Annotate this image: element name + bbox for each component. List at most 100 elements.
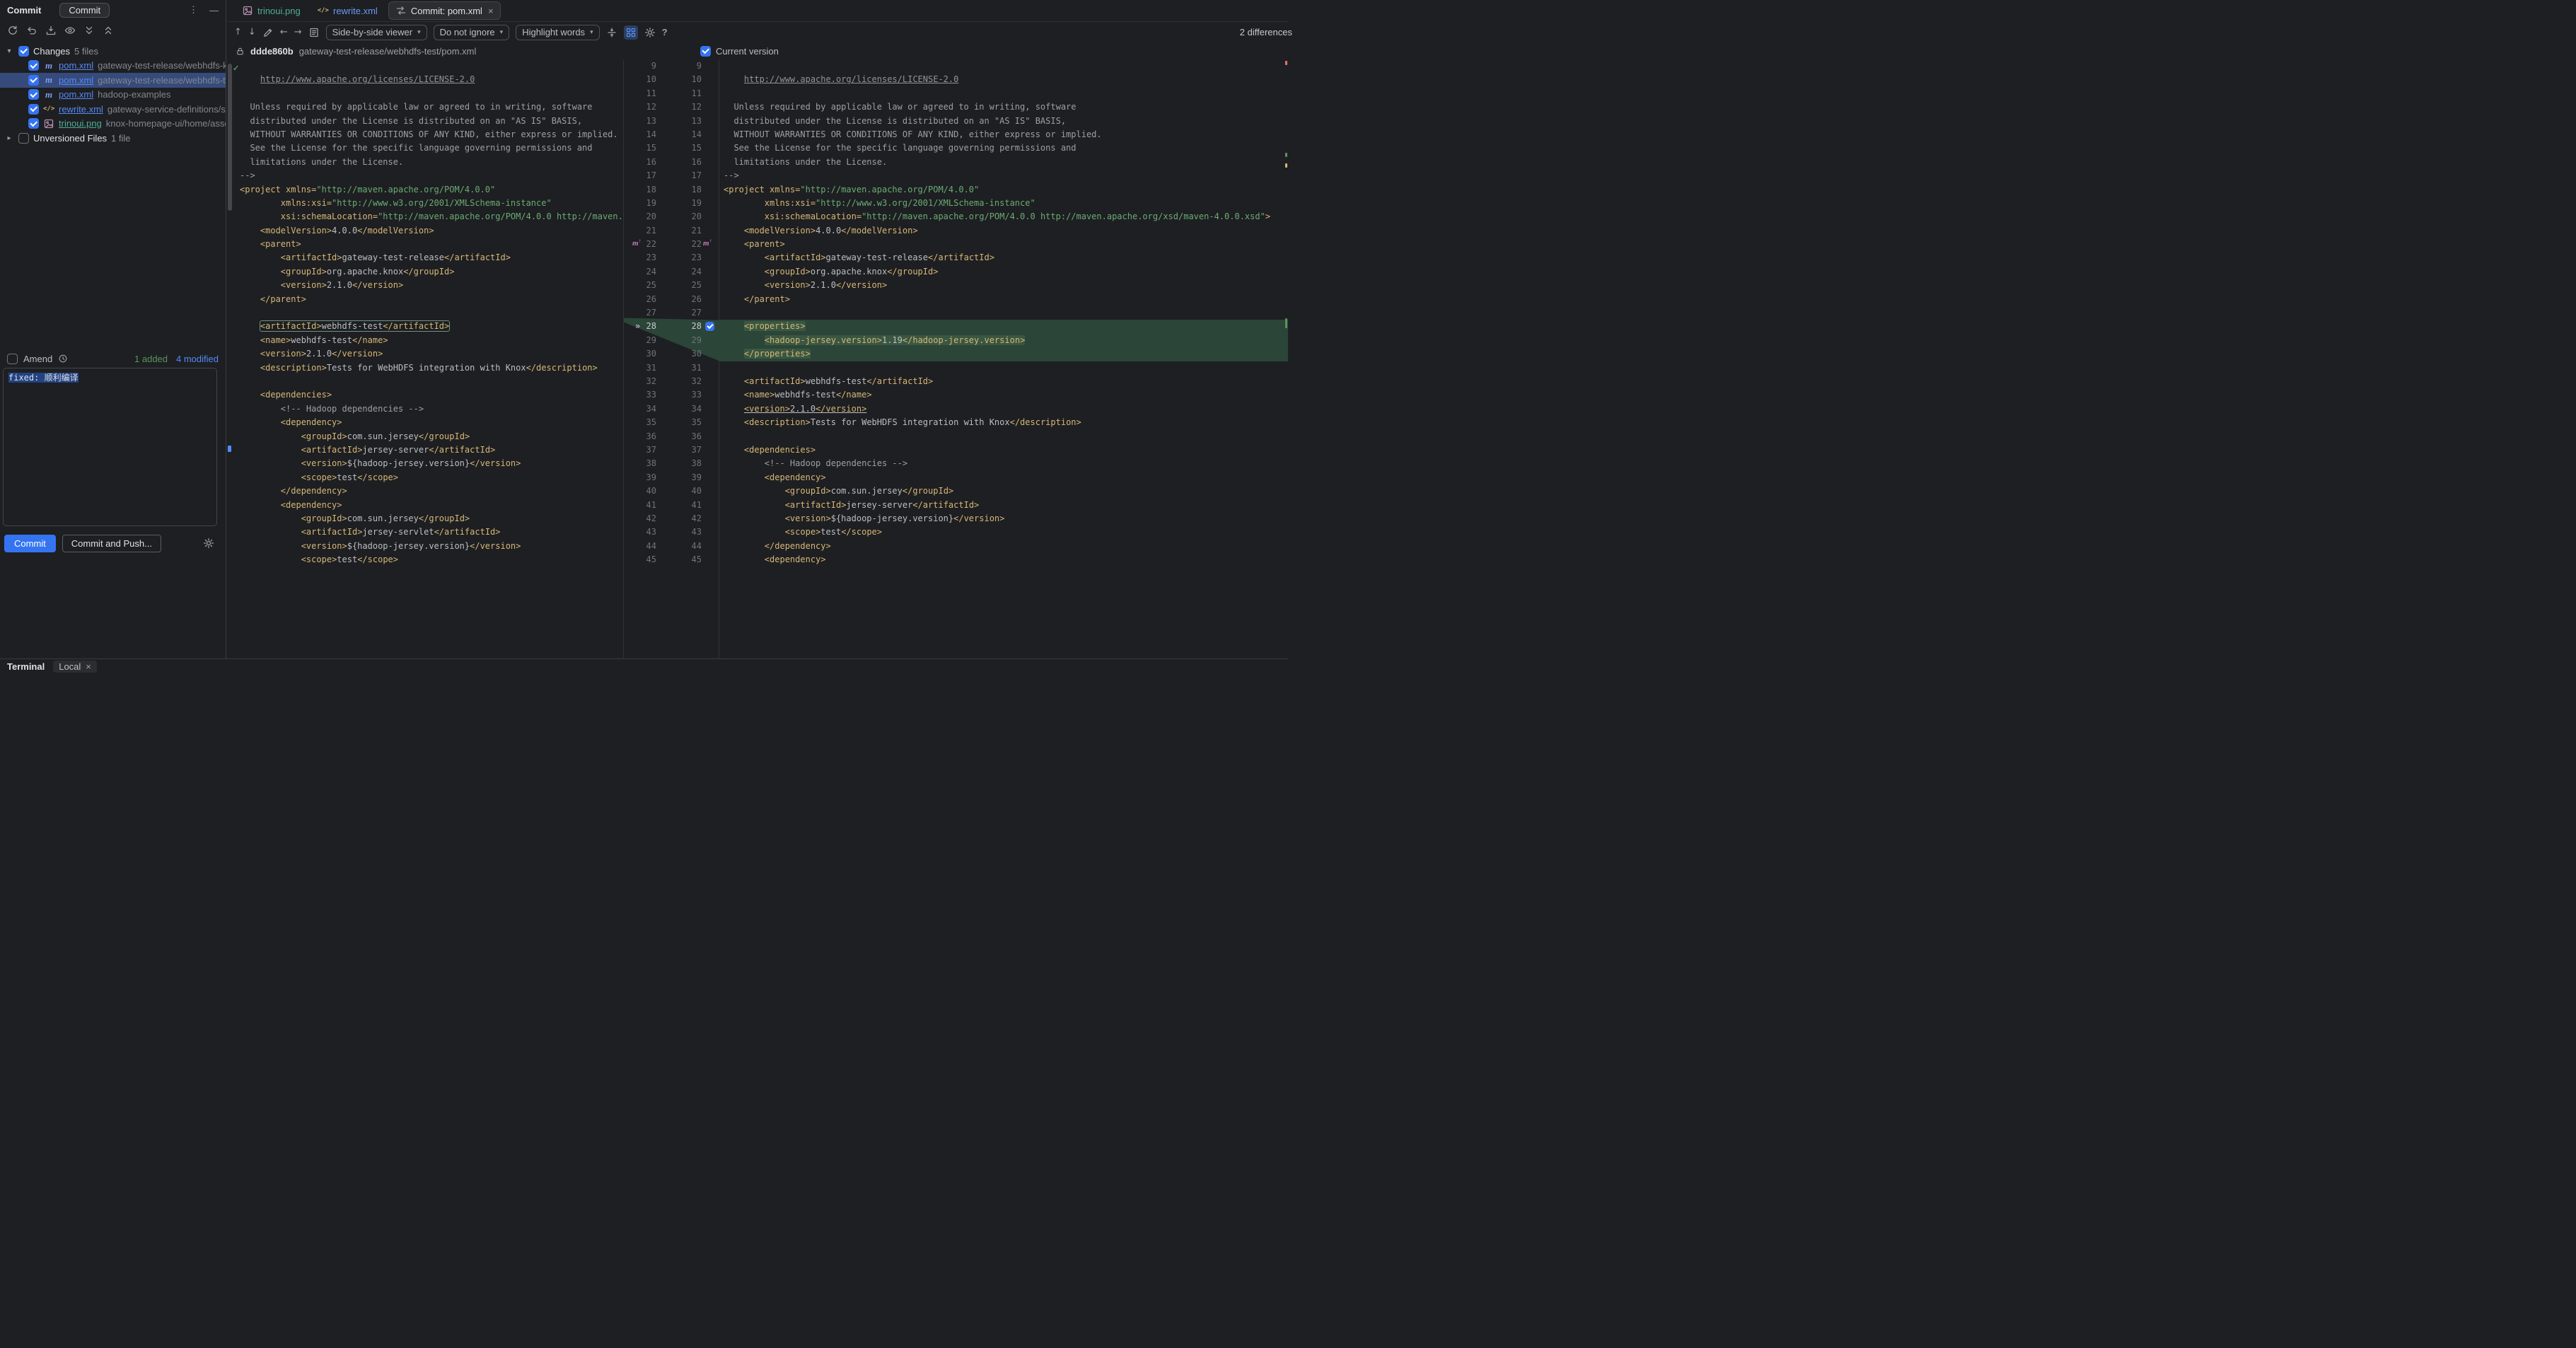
rollback-icon[interactable] xyxy=(25,23,39,37)
code-line: <scope>test</scope> xyxy=(227,471,623,484)
file-row[interactable]: trinoui.png knox-homepage-ui/home/assets… xyxy=(0,117,226,132)
chevron-down-icon: ▾ xyxy=(417,28,421,36)
code-line: <groupId>com.sun.jersey</groupId> xyxy=(719,484,1288,498)
current-version-label: Current version xyxy=(716,46,779,57)
bottom-bar: Terminal Local × xyxy=(0,658,1288,674)
code-line: <!-- Hadoop dependencies --> xyxy=(719,457,1288,470)
commit-message-input[interactable]: fixed: 顺利编译 xyxy=(3,368,217,526)
left-line-number: 26 xyxy=(624,293,656,306)
error-stripe-mark[interactable] xyxy=(1285,163,1287,168)
preview-diff-eye-icon[interactable] xyxy=(63,23,77,37)
edit-source-pencil-icon[interactable] xyxy=(262,27,274,38)
error-stripe-mark[interactable] xyxy=(1285,61,1287,65)
gutter-row: 3535 xyxy=(624,416,719,429)
expand-all-icon[interactable] xyxy=(82,23,96,37)
gutter-row: 3333 xyxy=(624,388,719,402)
viewer-mode-select[interactable]: Side-by-side viewer ▾ xyxy=(326,25,427,40)
changes-checkbox[interactable] xyxy=(18,46,29,57)
code-line: </dependency> xyxy=(719,540,1288,553)
code-line: <!-- Hadoop dependencies --> xyxy=(227,402,623,416)
more-options-icon[interactable]: ⋮ xyxy=(189,4,198,16)
next-file-icon[interactable]: → xyxy=(294,27,302,37)
refresh-icon[interactable] xyxy=(6,23,20,37)
changes-count: 5 files xyxy=(74,46,98,57)
left-line-number: 43 xyxy=(624,525,656,539)
chevron-right-icon[interactable]: ▸ xyxy=(4,134,14,142)
collapse-unchanged-icon[interactable] xyxy=(606,27,617,38)
file-checkbox[interactable] xyxy=(28,75,39,86)
shelve-icon[interactable] xyxy=(44,23,58,37)
tab-commit-pom-xml[interactable]: Commit: pom.xml × xyxy=(388,1,501,20)
file-name: trinoui.png xyxy=(59,118,102,129)
tab-trinoui-png[interactable]: trinoui.png xyxy=(236,2,307,19)
prev-file-icon[interactable]: ← xyxy=(280,27,288,37)
code-line: <version>${hadoop-jersey.version}</versi… xyxy=(227,457,623,470)
collapse-all-icon[interactable] xyxy=(101,23,115,37)
right-line-number: 14 xyxy=(671,128,702,141)
terminal-tool-window-button[interactable]: Terminal xyxy=(7,661,45,672)
changes-group-row[interactable]: ▾ Changes 5 files xyxy=(0,44,226,59)
commit-message-text: fixed: 顺利编译 xyxy=(8,373,79,383)
commit-tab[interactable]: Commit xyxy=(59,3,110,18)
right-line-number: 11 xyxy=(671,87,702,100)
diff-settings-gear-icon[interactable] xyxy=(644,27,656,38)
changed-files-list-icon[interactable] xyxy=(308,27,320,38)
commit-settings-gear-icon[interactable] xyxy=(203,538,214,549)
file-checkbox[interactable] xyxy=(28,104,39,115)
code-line: <version>${hadoop-jersey.version}</versi… xyxy=(719,512,1288,525)
next-difference-icon[interactable]: ↓ xyxy=(248,27,256,37)
file-checkbox[interactable] xyxy=(28,89,39,100)
error-stripe-mark[interactable] xyxy=(1285,318,1287,328)
right-line-number: 40 xyxy=(671,484,702,498)
left-line-number: 11 xyxy=(624,87,656,100)
prev-difference-icon[interactable]: ↑ xyxy=(234,27,242,37)
ignore-policy-select[interactable]: Do not ignore ▾ xyxy=(434,25,510,40)
gutter-row: 3737 xyxy=(624,443,719,457)
file-row[interactable]: m pom.xml gateway-test-release/webhdfs-t… xyxy=(0,73,226,88)
code-line: </dependency> xyxy=(227,484,623,498)
commit-button[interactable]: Commit xyxy=(4,535,56,552)
unversioned-group-row[interactable]: ▸ Unversioned Files 1 file xyxy=(0,131,226,146)
gutter-row: 2525 xyxy=(624,279,719,292)
code-line: </parent> xyxy=(719,293,1288,306)
code-line: <modelVersion>4.0.0</modelVersion> xyxy=(227,224,623,238)
commit-and-push-button[interactable]: Commit and Push... xyxy=(62,535,161,552)
file-row[interactable]: m pom.xml hadoop-examples xyxy=(0,88,226,103)
amend-checkbox[interactable] xyxy=(7,354,18,364)
gutter-row: 3838 xyxy=(624,457,719,470)
gutter-row: 99 xyxy=(624,59,719,73)
current-version-checkbox[interactable] xyxy=(700,46,711,57)
code-line: limitations under the License. xyxy=(719,156,1288,169)
left-line-number: 39 xyxy=(624,471,656,484)
gutter-row: 2323 xyxy=(624,251,719,265)
hide-panel-icon[interactable]: — xyxy=(209,5,219,16)
highlight-mode-select[interactable]: Highlight words ▾ xyxy=(516,25,599,40)
diff-right-pane[interactable]: http://www.apache.org/licenses/LICENSE-2… xyxy=(719,59,1288,658)
file-checkbox[interactable] xyxy=(28,118,39,129)
code-line: xsi:schemaLocation="http://maven.apache.… xyxy=(227,210,623,223)
sync-scroll-icon[interactable] xyxy=(624,25,638,40)
file-row[interactable]: m pom.xml gateway-test-release/webhdfs-k… xyxy=(0,59,226,74)
code-line: <dependency> xyxy=(719,471,1288,484)
code-line: <version>2.1.0</version> xyxy=(719,279,1288,292)
help-icon[interactable]: ? xyxy=(662,27,668,37)
file-checkbox[interactable] xyxy=(28,60,39,71)
include-change-checkbox[interactable] xyxy=(705,322,714,331)
terminal-tab-local[interactable]: Local × xyxy=(53,661,97,673)
code-line: <version>2.1.0</version> xyxy=(227,347,623,361)
diff-left-pane[interactable]: http://www.apache.org/licenses/LICENSE-2… xyxy=(227,59,623,658)
unversioned-checkbox[interactable] xyxy=(18,133,29,144)
code-line: See the License for the specific languag… xyxy=(227,141,623,155)
close-tab-icon[interactable]: × xyxy=(488,6,494,16)
error-stripe-mark[interactable] xyxy=(1285,153,1287,157)
file-row[interactable]: </> rewrite.xml gateway-service-definiti… xyxy=(0,102,226,117)
maven-file-icon: m xyxy=(43,74,54,86)
left-scrollbar-thumb[interactable] xyxy=(228,64,232,211)
commit-history-clock-icon[interactable] xyxy=(58,354,68,364)
gutter-row: 4343 xyxy=(624,525,719,539)
left-line-number: 40 xyxy=(624,484,656,498)
code-line xyxy=(719,306,1288,320)
tab-rewrite-xml[interactable]: </> rewrite.xml xyxy=(311,3,384,19)
chevron-down-icon[interactable]: ▾ xyxy=(4,47,14,55)
close-icon[interactable]: × xyxy=(86,661,91,672)
